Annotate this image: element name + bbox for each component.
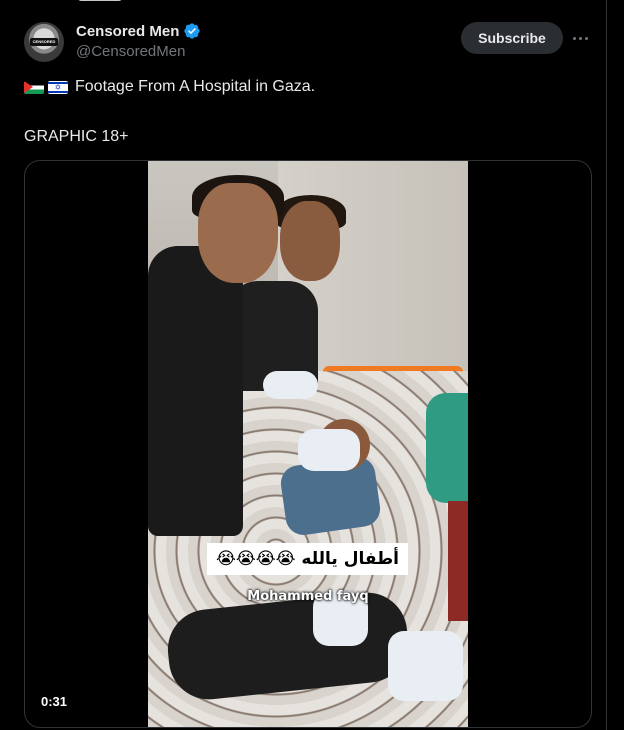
author-handle[interactable]: @CensoredMen (76, 43, 185, 60)
timeline-divider (606, 0, 607, 730)
author-name-row: Censored Men (76, 22, 201, 40)
previous-content-fragment (78, 0, 130, 3)
avatar-badge: CENSORED (30, 38, 58, 46)
video-caption-arabic: أطفال يالله 😭😭😭😭 (207, 543, 408, 575)
palestine-flag-icon (24, 80, 44, 94)
more-options-icon[interactable] (569, 28, 591, 48)
video-caption-name: Mohammed fayq (247, 589, 369, 604)
video-duration: 0:31 (35, 691, 74, 711)
verified-badge-icon (184, 23, 201, 39)
israel-flag-icon: ✡ (48, 80, 68, 94)
avatar[interactable]: CENSORED (24, 22, 64, 62)
video-frame[interactable]: أطفال يالله 😭😭😭😭 Mohammed fayq (148, 161, 468, 727)
tweet-text-line1: ✡ Footage From A Hospital in Gaza. (24, 78, 315, 96)
tweet-page: CENSORED Censored Men @CensoredMen Subsc… (0, 0, 624, 730)
author-display-name[interactable]: Censored Men (76, 23, 179, 40)
tweet-text: Footage From A Hospital in Gaza. (75, 78, 316, 95)
subscribe-button[interactable]: Subscribe (461, 22, 563, 54)
video-player[interactable]: أطفال يالله 😭😭😭😭 Mohammed fayq 0:31 (24, 160, 592, 728)
tweet-warning: GRAPHIC 18+ (24, 128, 129, 145)
